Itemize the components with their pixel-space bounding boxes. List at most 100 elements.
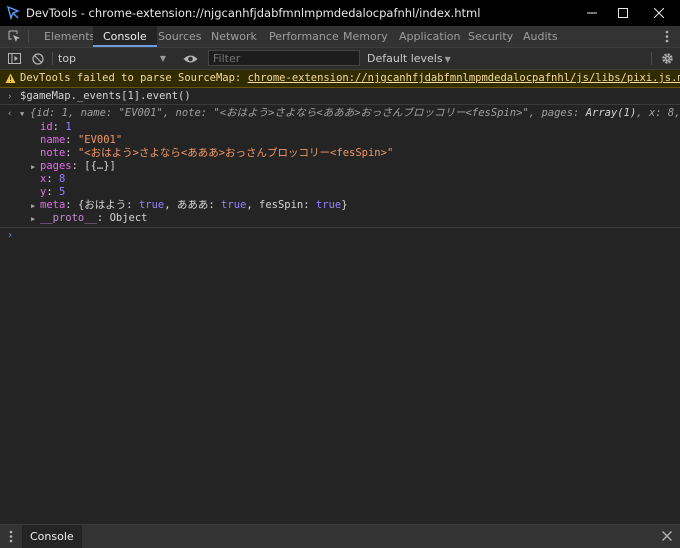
devtools-logo-icon — [7, 6, 20, 20]
kebab-menu-icon — [9, 530, 13, 543]
property-key: name — [40, 134, 66, 146]
property-value: [{…}] — [84, 160, 116, 172]
tab-audits[interactable]: Audits — [523, 26, 558, 47]
summary-key: pages — [541, 107, 574, 119]
inspect-element-button[interactable] — [6, 29, 22, 44]
property-value: 8 — [58, 173, 66, 185]
window-title: DevTools - chrome-extension://njgcanhfjd… — [26, 6, 481, 20]
summary-tail: , …} — [674, 107, 680, 119]
property-value: 5 — [58, 186, 66, 198]
property-key: __proto__ — [40, 212, 97, 224]
tab-performance[interactable]: Performance — [269, 26, 339, 47]
property-note: note: "<おはよう>さよなら<あああ>おっさんブロッコリー<fesSpin… — [40, 147, 394, 159]
toolbar-divider — [52, 52, 53, 65]
warning-icon — [5, 73, 16, 83]
meta-brace: } — [341, 199, 348, 211]
context-selector[interactable]: top ▼ — [58, 51, 170, 66]
maximize-button[interactable] — [606, 0, 640, 26]
close-window-button[interactable] — [642, 0, 676, 26]
property-value: "<おはよう>さよなら<あああ>おっさんブロッコリー<fesSpin>" — [77, 147, 394, 159]
property-key: meta — [40, 199, 66, 211]
show-sidebar-button[interactable] — [6, 51, 22, 66]
maximize-icon — [618, 8, 628, 18]
more-options-button[interactable] — [660, 28, 674, 45]
message-divider — [0, 227, 680, 228]
property-key: id — [40, 121, 53, 133]
tab-security[interactable]: Security — [468, 26, 513, 47]
minimize-icon — [587, 12, 597, 14]
summary-key: name — [80, 107, 106, 119]
tab-memory[interactable]: Memory — [343, 26, 388, 47]
console-toolbar: top ▼ Default levels▼ — [0, 48, 680, 70]
property-x: x: 8 — [40, 173, 66, 185]
inspect-cursor-icon — [8, 30, 20, 42]
kebab-menu-icon — [665, 30, 669, 43]
console-input-line: $gameMap._events[1].event() — [20, 90, 191, 103]
window-titlebar: DevTools - chrome-extension://njgcanhfjd… — [0, 0, 680, 26]
tab-sources[interactable]: Sources — [158, 26, 202, 47]
meta-key: おはよう — [84, 199, 127, 211]
expand-meta-triangle-icon[interactable]: ▶ — [31, 202, 35, 210]
summary-key: id — [36, 107, 49, 119]
dropdown-arrow-icon: ▼ — [444, 55, 451, 64]
property-name: name: "EV001" — [40, 134, 123, 146]
drawer-tab-console[interactable]: Console — [22, 525, 82, 548]
summary-key: note — [175, 107, 201, 119]
bottom-drawer: Console — [0, 524, 680, 548]
property-value: "EV001" — [77, 134, 123, 146]
console-prompt-input[interactable] — [18, 229, 668, 243]
drawer-menu-button[interactable] — [6, 529, 16, 544]
object-summary[interactable]: {id: 1, name: "EV001", note: "<おはよう>さよなら… — [30, 107, 680, 120]
clear-console-button[interactable] — [30, 51, 46, 66]
context-selector-value: top — [58, 52, 77, 65]
close-drawer-button[interactable] — [661, 530, 673, 542]
close-icon — [662, 531, 672, 541]
meta-value: true — [315, 199, 342, 211]
warning-message: DevTools failed to parse SourceMap: chro… — [20, 70, 680, 87]
summary-value: Array(1) — [585, 107, 637, 119]
input-prompt-icon: › — [7, 92, 13, 102]
minimize-button[interactable] — [575, 0, 609, 26]
warning-text: DevTools failed to parse SourceMap: — [20, 72, 248, 84]
meta-key: fesSpin — [259, 199, 304, 211]
meta-value: true — [138, 199, 165, 211]
tab-network[interactable]: Network — [211, 26, 257, 47]
eye-icon — [183, 55, 197, 62]
tab-application[interactable]: Application — [399, 26, 460, 47]
property-pages[interactable]: pages: [{…}] — [40, 160, 116, 173]
gear-icon — [661, 53, 673, 64]
close-icon — [654, 8, 664, 18]
summary-value: "<おはよう>さよなら<あああ>おっさんブロッコリー<fesSpin>" — [213, 107, 529, 119]
meta-key: あああ — [176, 199, 209, 211]
property-value: Object — [109, 212, 148, 224]
property-meta[interactable]: meta: {おはよう: true, あああ: true, fesSpin: t… — [40, 199, 348, 212]
filter-input[interactable] — [208, 50, 360, 66]
console-prompt-icon: › — [7, 230, 14, 241]
dropdown-arrow-icon: ▼ — [159, 54, 166, 63]
tab-console[interactable]: Console — [93, 26, 157, 47]
meta-value: true — [221, 199, 247, 211]
expand-proto-triangle-icon[interactable]: ▶ — [31, 215, 35, 223]
block-icon — [32, 52, 44, 65]
tab-elements[interactable]: Elements — [44, 26, 95, 47]
log-levels-dropdown[interactable]: Default levels ▼ — [367, 51, 451, 67]
tabbar-divider — [28, 30, 29, 43]
property-value: 1 — [65, 121, 72, 133]
property-proto[interactable]: __proto__: Object — [40, 212, 148, 225]
console-settings-button[interactable] — [659, 50, 675, 67]
sourcemap-warning: DevTools failed to parse SourceMap: chro… — [0, 70, 680, 88]
live-expression-button[interactable] — [181, 51, 199, 66]
property-id: id: 1 — [40, 121, 72, 133]
panel-tabbar: Elements Console Sources Network Perform… — [0, 26, 680, 48]
toolbar-divider — [651, 52, 652, 65]
expand-object-triangle-icon[interactable]: ▼ — [20, 110, 24, 118]
sourcemap-link[interactable]: chrome-extension://njgcanhfjdabfmnlmpmde… — [248, 72, 680, 84]
result-prompt-icon: ‹ — [7, 109, 13, 119]
property-key: note — [40, 147, 66, 159]
log-levels-label: Default levels — [367, 52, 443, 65]
sidebar-toggle-icon — [7, 53, 21, 64]
console-command: $gameMap._events[1].event() — [20, 90, 191, 102]
message-divider — [0, 104, 680, 105]
property-key: pages — [40, 160, 72, 172]
expand-pages-triangle-icon[interactable]: ▶ — [31, 163, 35, 171]
